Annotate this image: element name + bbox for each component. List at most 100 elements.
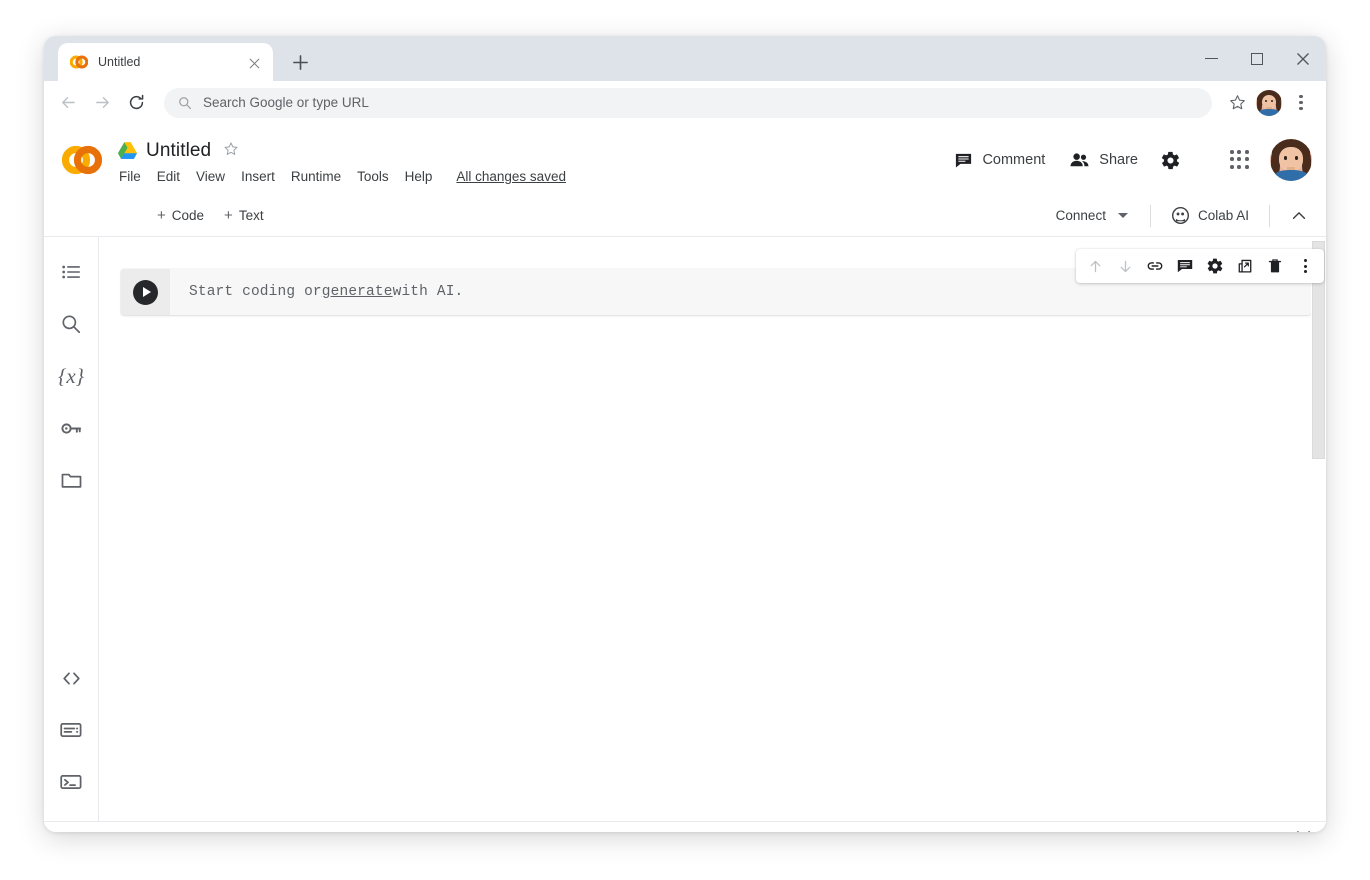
address-bar[interactable]: Search Google or type URL: [164, 88, 1212, 118]
menu-item-view[interactable]: View: [196, 169, 225, 184]
cell-placeholder-suffix: with AI.: [393, 284, 464, 300]
move-cell-down-button[interactable]: [1110, 251, 1140, 281]
notebook-title-block: Untitled File Edit View Insert Runtime T…: [118, 137, 566, 184]
cell-settings-button[interactable]: [1200, 251, 1230, 281]
add-text-label: Text: [239, 208, 264, 223]
share-button[interactable]: Share: [1057, 142, 1150, 179]
notebook-body: {x}: [44, 237, 1326, 821]
connect-button[interactable]: Connect: [1044, 201, 1140, 230]
notebook-toolbar: + Code + Text Connect: [44, 195, 1326, 237]
sidebar-bottom-group: [44, 655, 98, 811]
cell-gutter: [121, 269, 170, 315]
cell-action-toolbar: [1076, 249, 1324, 283]
status-bar: [44, 821, 1326, 832]
menu-item-tools[interactable]: Tools: [357, 169, 389, 184]
tab-title: Untitled: [98, 55, 235, 69]
browser-tab[interactable]: Untitled: [58, 43, 273, 81]
terminal-icon: [59, 770, 83, 794]
sidebar-item-terminal[interactable]: [49, 759, 93, 805]
add-comment-button[interactable]: [1170, 251, 1200, 281]
run-cell-button[interactable]: [133, 280, 158, 305]
mirror-cell-button[interactable]: [1230, 251, 1260, 281]
more-cell-actions-button[interactable]: [1290, 251, 1320, 281]
bookmark-star-icon[interactable]: [1222, 88, 1252, 118]
notebook-scrollbar[interactable]: [1311, 237, 1326, 821]
menu-item-edit[interactable]: Edit: [157, 169, 180, 184]
browser-window: Untitled: [44, 36, 1326, 832]
divider: [1269, 205, 1270, 227]
key-icon: [60, 417, 83, 440]
gear-icon: [1160, 150, 1181, 171]
left-sidebar: {x}: [44, 237, 99, 821]
colab-header: Untitled File Edit View Insert Runtime T…: [44, 125, 1326, 195]
add-text-cell-button[interactable]: + Text: [214, 203, 274, 228]
menu-item-help[interactable]: Help: [405, 169, 433, 184]
new-tab-button[interactable]: [285, 47, 315, 77]
add-code-label: Code: [172, 208, 204, 223]
notebook-canvas: Start coding or generate with AI.: [99, 237, 1326, 821]
address-bar-placeholder: Search Google or type URL: [203, 95, 369, 110]
google-apps-button[interactable]: [1220, 140, 1260, 180]
share-label: Share: [1099, 152, 1138, 168]
browser-menu-icon[interactable]: [1288, 88, 1314, 118]
reload-icon[interactable]: [120, 87, 152, 119]
add-code-cell-button[interactable]: + Code: [147, 203, 214, 228]
generate-with-ai-link[interactable]: generate: [322, 284, 393, 300]
minimize-icon[interactable]: [1188, 36, 1234, 81]
maximize-icon[interactable]: [1234, 36, 1280, 81]
variables-braces-icon: {x}: [58, 364, 84, 389]
menu-item-insert[interactable]: Insert: [241, 169, 275, 184]
command-palette-icon: [59, 718, 83, 742]
close-icon[interactable]: [1280, 36, 1326, 81]
menu-item-file[interactable]: File: [119, 169, 141, 184]
comment-icon: [954, 151, 973, 170]
folder-icon: [60, 469, 83, 492]
list-bullet-icon: [60, 261, 82, 283]
move-cell-up-button[interactable]: [1080, 251, 1110, 281]
colab-ai-button[interactable]: Colab AI: [1161, 199, 1259, 232]
forward-arrow-icon[interactable]: [86, 87, 118, 119]
colab-ai-label: Colab AI: [1198, 208, 1249, 223]
profile-avatar[interactable]: [1256, 90, 1282, 116]
people-icon: [1069, 150, 1090, 171]
back-arrow-icon[interactable]: [52, 87, 84, 119]
menu-item-runtime[interactable]: Runtime: [291, 169, 341, 184]
play-icon: [143, 287, 151, 297]
kebab-menu-icon: [1304, 259, 1307, 273]
sidebar-item-files[interactable]: [49, 457, 93, 503]
search-icon: [60, 313, 82, 335]
comment-label: Comment: [982, 152, 1045, 168]
sidebar-item-find-and-replace[interactable]: [49, 301, 93, 347]
delete-cell-button[interactable]: [1260, 251, 1290, 281]
colab-logo-icon: [70, 53, 88, 71]
plus-icon: +: [224, 208, 233, 223]
apps-grid-icon: [1230, 150, 1250, 170]
browser-toolbar: Search Google or type URL: [44, 81, 1326, 125]
search-icon: [178, 96, 192, 110]
save-status[interactable]: All changes saved: [456, 169, 566, 184]
sidebar-item-table-of-contents[interactable]: [49, 249, 93, 295]
cell-placeholder-prefix: Start coding or: [189, 284, 322, 300]
account-avatar[interactable]: [1270, 139, 1312, 181]
close-icon[interactable]: [245, 53, 263, 71]
close-icon[interactable]: [1294, 830, 1312, 832]
page-title[interactable]: Untitled: [146, 140, 211, 162]
sidebar-item-secrets[interactable]: [49, 405, 93, 451]
link-to-cell-button[interactable]: [1140, 251, 1170, 281]
connect-label: Connect: [1056, 208, 1106, 223]
sidebar-item-code-snippets[interactable]: [49, 655, 93, 701]
plus-icon: +: [157, 208, 166, 223]
divider: [1150, 205, 1151, 227]
sidebar-item-variables[interactable]: {x}: [49, 353, 93, 399]
window-controls: [1188, 36, 1326, 81]
tab-strip: Untitled: [44, 36, 1326, 81]
header-actions: Comment Share: [942, 139, 1312, 181]
colab-logo-icon[interactable]: [52, 140, 112, 180]
colab-ai-icon: [1171, 206, 1190, 225]
chevron-down-icon[interactable]: [1118, 213, 1128, 218]
collapse-toolbar-button[interactable]: [1280, 200, 1318, 232]
comment-button[interactable]: Comment: [942, 143, 1057, 178]
star-outline-icon[interactable]: [223, 141, 239, 161]
sidebar-item-command-palette[interactable]: [49, 707, 93, 753]
settings-button[interactable]: [1150, 140, 1190, 180]
